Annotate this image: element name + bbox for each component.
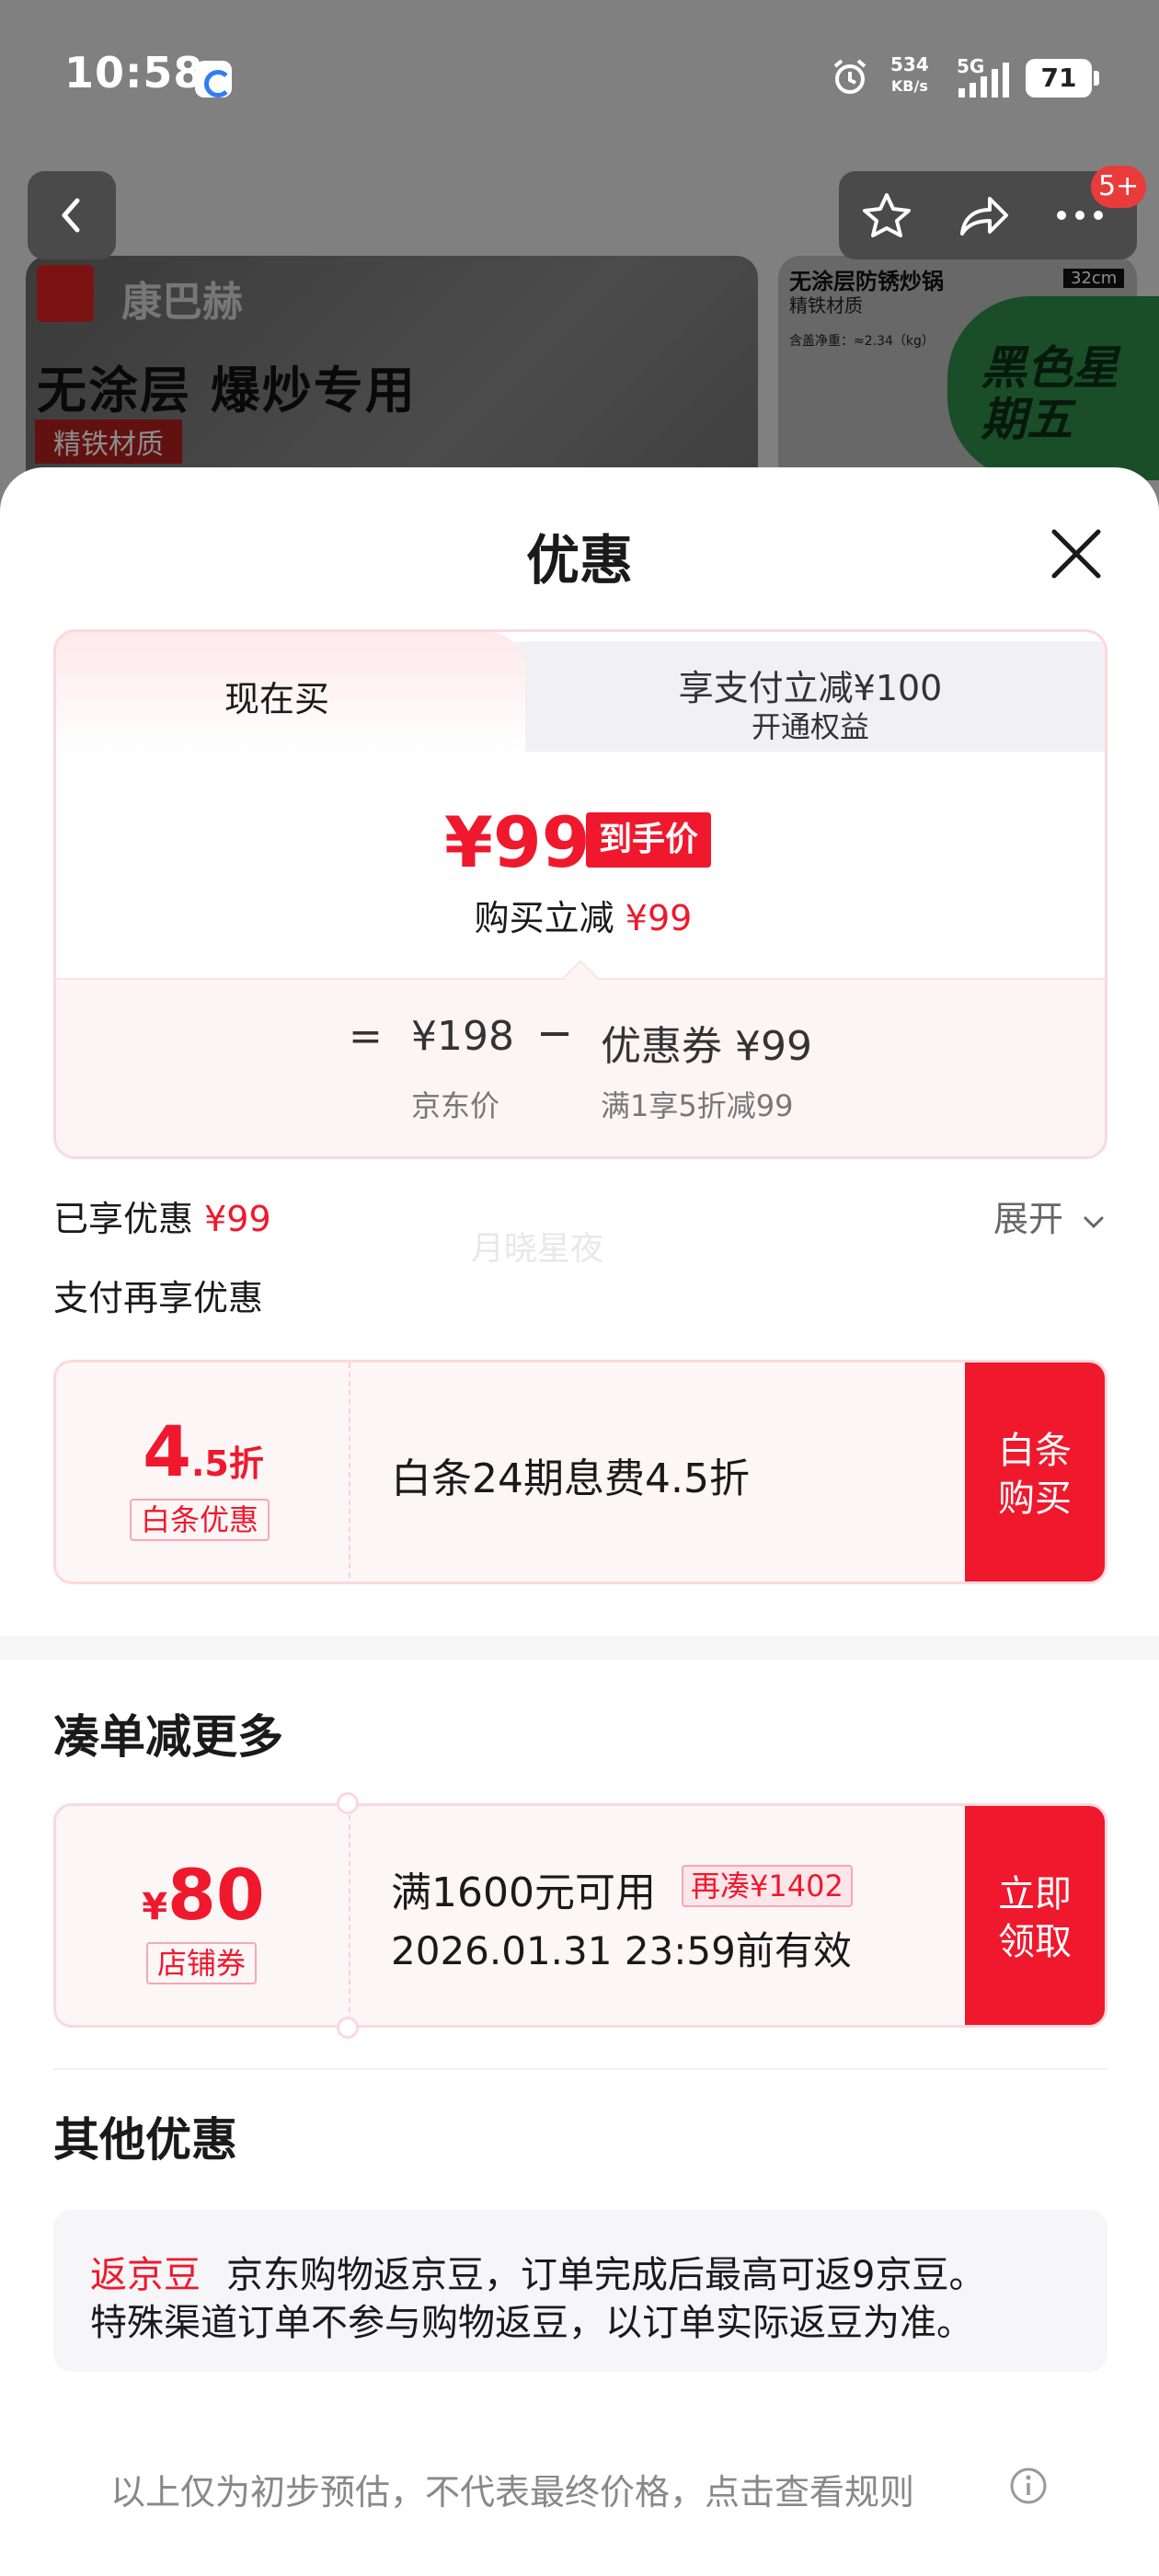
signal-icon xyxy=(958,63,1009,98)
net-speed: 534 KB/s xyxy=(890,53,929,98)
alarm-icon xyxy=(833,59,866,94)
tab-pay-discount-sub: 开通权益 xyxy=(751,709,869,744)
price-card: 享支付立减¥100 开通权益 现在买 ¥99 到手价 购买立减 ¥99 = ¥1… xyxy=(53,629,1107,1159)
reduction-label: 购买立减 xyxy=(474,898,614,938)
info-icon[interactable] xyxy=(1008,2466,1049,2506)
baitiao-offer: 4.5折 白条优惠 白条24期息费4.5折 白条 购买 xyxy=(53,1360,1107,1584)
battery-icon: 71 xyxy=(1026,59,1099,98)
enjoyed-label: 已享优惠 xyxy=(53,1199,194,1239)
final-price-tag: 到手价 xyxy=(586,812,712,868)
claim-l2: 领取 xyxy=(998,1921,1072,1963)
coupon-rule: 满1享5折减99 xyxy=(601,1088,794,1123)
chevron-left-icon xyxy=(62,198,80,233)
jingdou-rebate: 返京豆 京东购物返京豆，订单完成后最高可返9京豆。 特殊渠道订单不参与购物返豆，… xyxy=(53,2210,1107,2372)
back-button[interactable] xyxy=(28,171,116,259)
store-coupon-number: 80 xyxy=(167,1854,265,1936)
breakdown-caret xyxy=(562,960,599,996)
baitiao-rate-int: 4 xyxy=(143,1410,191,1492)
sheet-title: 优惠 xyxy=(525,529,633,592)
store-coupon-value-area: ¥80 店铺券 xyxy=(56,1806,350,2025)
separator xyxy=(53,2068,1107,2070)
store-coupon-condition: 满1600元可用 xyxy=(391,1869,656,1916)
claim-coupon-button[interactable]: 立即 领取 xyxy=(965,1806,1105,2025)
pay-more-title: 支付再享优惠 xyxy=(53,1278,264,1318)
store-coupon-gap: 再凑¥1402 xyxy=(682,1865,853,1907)
baitiao-buy-button[interactable]: 白条 购买 xyxy=(965,1363,1105,1581)
baitiao-rate: 4.5折 xyxy=(56,1410,350,1492)
more-title: 凑单减更多 xyxy=(53,1710,283,1764)
tab-buy-now[interactable]: 现在买 xyxy=(56,632,525,752)
baitiao-buy-l2: 购买 xyxy=(998,1478,1072,1520)
baitiao-rate-dec: .5折 xyxy=(191,1443,264,1484)
price-breakdown: = ¥198 − 优惠券 ¥99 京东价 满1享5折减99 xyxy=(56,960,1105,1156)
app-notification-icon xyxy=(195,61,232,98)
claim-l1: 立即 xyxy=(998,1873,1072,1915)
minus-sign: − xyxy=(536,1007,574,1059)
close-icon[interactable] xyxy=(1039,517,1113,591)
final-price: ¥99 到手价 xyxy=(56,801,1105,884)
share-icon[interactable] xyxy=(955,191,1010,239)
enjoyed-value: ¥99 xyxy=(204,1199,271,1239)
watermark: 月晓星夜 xyxy=(471,1230,604,1268)
jd-price-label: 京东价 xyxy=(411,1088,500,1123)
expand-button[interactable]: 展开 xyxy=(993,1190,1063,1241)
jingdou-text-2: 特殊渠道订单不参与购物返豆，以订单实际返豆为准。 xyxy=(90,2302,973,2344)
store-coupon-amount: ¥80 xyxy=(56,1854,350,1936)
status-time: 10:58 xyxy=(64,48,204,98)
chevron-down-icon[interactable] xyxy=(1082,1211,1106,1235)
purchase-tabs: 享支付立减¥100 开通权益 现在买 xyxy=(56,632,1105,752)
message-badge: 5+ xyxy=(1091,166,1147,208)
equals-sign: = xyxy=(349,1013,383,1060)
status-bar: 10:58 534 KB/s 5G 71 xyxy=(0,0,1159,156)
coupon-amount: 优惠券 ¥99 xyxy=(601,1023,812,1070)
baitiao-label: 白条优惠 xyxy=(130,1499,270,1541)
section-divider xyxy=(0,1636,1159,1660)
net-speed-value: 534 xyxy=(890,53,929,75)
coupon-notch-bottom xyxy=(337,2017,359,2039)
tab-buy-now-label: 现在买 xyxy=(224,679,329,719)
store-coupon-expiry: 2026.01.31 23:59前有效 xyxy=(391,1928,852,1973)
net-speed-unit: KB/s xyxy=(890,77,928,95)
final-price-value: ¥99 xyxy=(444,801,591,883)
reduction-value: ¥99 xyxy=(625,898,693,938)
coupon-notch-top xyxy=(337,1792,359,1814)
other-title: 其他优惠 xyxy=(53,2113,237,2167)
star-icon[interactable] xyxy=(859,191,914,239)
store-coupon-label: 店铺券 xyxy=(146,1942,258,1984)
baitiao-buy-l1: 白条 xyxy=(998,1430,1072,1472)
store-coupon: ¥80 店铺券 满1600元可用 再凑¥1402 2026.01.31 23:5… xyxy=(53,1803,1107,2028)
jd-price: ¥198 xyxy=(411,1013,514,1060)
background-page: 康巴赫 无涂层 爆炒专用 精铁材质 无涂层防锈炒锅 精铁材质 32cm 含盖净重… xyxy=(0,0,1159,515)
baitiao-description: 白条24期息费4.5折 xyxy=(391,1455,750,1502)
enjoyed-discount: 已享优惠 ¥99 xyxy=(53,1190,271,1241)
jingdou-text-1: 京东购物返京豆，订单完成后最高可返9京豆。 xyxy=(226,2254,986,2296)
jingdou-tag: 返京豆 xyxy=(90,2254,201,2296)
reduction-line: 购买立减 ¥99 xyxy=(56,890,1105,940)
baitiao-discount: 4.5折 白条优惠 xyxy=(56,1363,350,1581)
store-coupon-yen: ¥ xyxy=(142,1886,168,1928)
discount-sheet: 优惠 享支付立减¥100 开通权益 现在买 ¥99 到手价 购买立减 ¥99 =… xyxy=(0,467,1159,2576)
tab-pay-discount-title: 享支付立减¥100 xyxy=(678,668,943,708)
footer-rules-link[interactable]: 以上仅为初步预估，不代表最终价格，点击查看规则 xyxy=(110,2464,914,2514)
